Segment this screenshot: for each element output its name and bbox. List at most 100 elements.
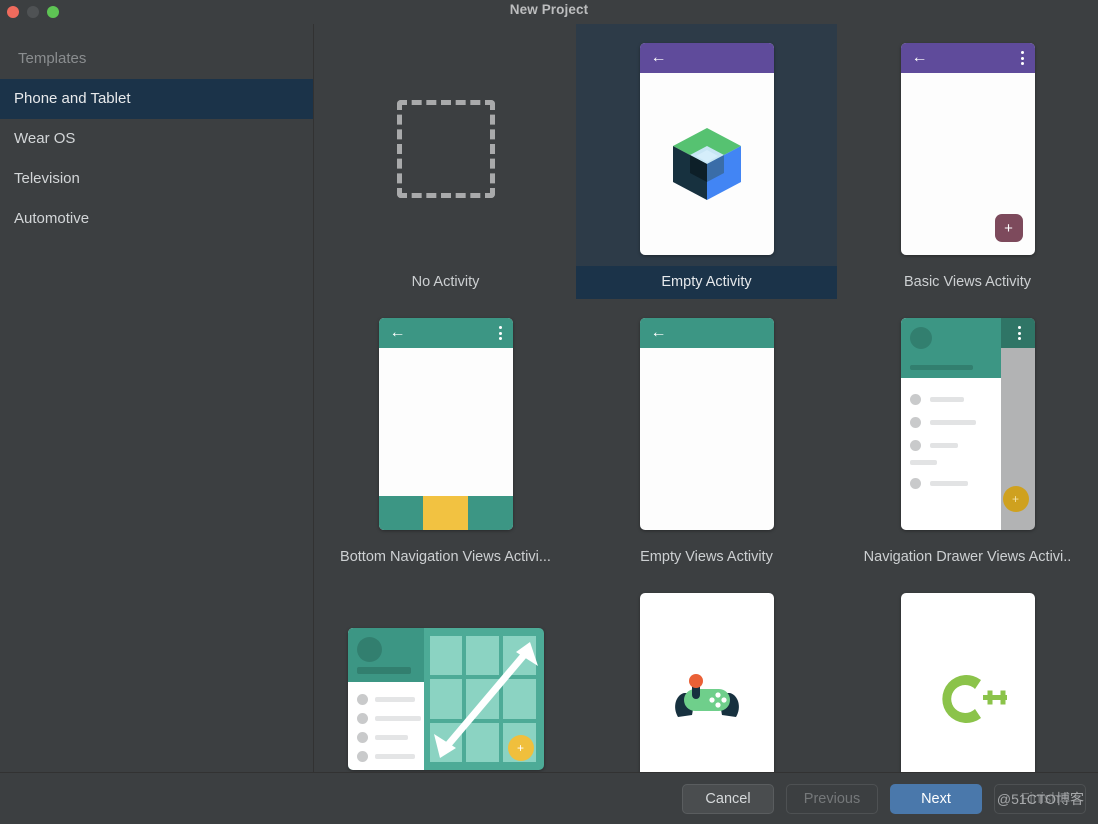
floating-action-button-icon: + (994, 214, 1023, 242)
list-item-icon (356, 694, 368, 705)
game-controller-icon (674, 674, 739, 717)
cancel-button[interactable]: Cancel (682, 783, 774, 814)
avatar (356, 637, 382, 662)
drawer-section-divider (909, 460, 937, 465)
list-item (356, 694, 415, 705)
overflow-menu-icon (1017, 326, 1021, 340)
new-project-dialog: New Project Templates Phone and Tablet W… (0, 0, 1098, 824)
previous-button[interactable]: Previous (786, 783, 878, 814)
sidebar-item-label: Phone and Tablet (14, 90, 131, 107)
sidebar-item-label: Wear OS (14, 130, 76, 147)
back-arrow-icon: ← (650, 49, 667, 66)
template-card-basic-views-activity[interactable]: ← + Basic Views Activity (837, 24, 1098, 299)
list-item-label (929, 443, 958, 448)
phone-preview: + (900, 318, 1035, 530)
template-label: Bottom Navigation Views Activi... (340, 549, 551, 565)
list-item-label (374, 754, 415, 759)
sidebar-item-automotive[interactable]: Automotive (0, 199, 313, 239)
list-item-icon (356, 732, 368, 743)
drawer-list-item (909, 440, 958, 451)
title-bar: New Project (0, 0, 1098, 24)
app-bar: ← (378, 318, 513, 348)
template-thumbnail: ← + (837, 24, 1098, 266)
list-item (356, 732, 408, 743)
drawer-username-placeholder (909, 365, 973, 370)
list-item-icon (356, 751, 368, 762)
list-item-label (929, 481, 968, 486)
list-item-label (374, 697, 415, 702)
template-thumbnail: + (315, 574, 576, 772)
bottom-nav-item (378, 496, 424, 530)
list-item (356, 713, 421, 724)
back-arrow-icon: ← (389, 324, 406, 341)
template-card-responsive-views-activity[interactable]: + (315, 574, 576, 772)
template-thumbnail: ← (576, 299, 837, 541)
dialog-footer: Cancel Previous Next Finish @51CTO博客 (0, 773, 1098, 824)
template-thumbnail: ← (315, 299, 576, 541)
template-thumbnail (576, 574, 837, 772)
cpp-logo-icon (941, 675, 1007, 723)
drawer-list-item (909, 394, 964, 405)
window-title: New Project (509, 2, 589, 17)
list-item-icon (909, 394, 921, 405)
template-thumbnail: ← (576, 24, 837, 266)
app-bar: ← (900, 43, 1035, 73)
sidebar-item-label: Television (14, 170, 80, 187)
back-arrow-icon: ← (650, 324, 667, 341)
template-label: Empty Activity (576, 266, 837, 299)
floating-action-button-icon: + (1002, 486, 1029, 512)
list-item-icon (909, 440, 921, 451)
template-card-native-cpp[interactable] (837, 574, 1098, 772)
phone-preview: ← + (900, 43, 1035, 255)
template-card-empty-views-activity[interactable]: ← Empty Views Activity (576, 299, 837, 574)
sidebar-item-television[interactable]: Television (0, 159, 313, 199)
overflow-menu-icon (1020, 51, 1024, 65)
list-item-icon (909, 417, 921, 428)
list-item-icon (909, 478, 921, 489)
template-card-no-activity[interactable]: No Activity (315, 24, 576, 299)
template-card-game-activity[interactable] (576, 574, 837, 772)
tablet-preview: + (347, 628, 544, 770)
template-label: No Activity (411, 274, 480, 290)
list-item-label (929, 397, 964, 402)
drawer-list-item (909, 417, 976, 428)
bottom-nav-item (467, 496, 513, 530)
sidebar-item-phone-and-tablet[interactable]: Phone and Tablet (0, 79, 313, 119)
drawer-list-item (909, 478, 968, 489)
list-item-label (374, 735, 408, 740)
app-bar (1000, 318, 1035, 348)
avatar (909, 327, 932, 349)
template-thumbnail (315, 24, 576, 266)
template-card-empty-activity[interactable]: ← Empty Activity (576, 24, 837, 299)
side-panel (347, 628, 424, 770)
phone-preview (900, 593, 1035, 772)
dashed-square-icon (396, 100, 495, 198)
sidebar-item-label: Automotive (14, 210, 90, 227)
sidebar-header: Templates (18, 50, 87, 67)
back-arrow-icon: ← (911, 49, 928, 66)
floating-action-button-icon: + (507, 735, 534, 761)
template-label: Basic Views Activity (903, 274, 1032, 290)
template-grid: No Activity ← Empty Activity ← + Basic V… (315, 24, 1098, 772)
template-label: Empty Views Activity (640, 549, 773, 565)
next-button[interactable]: Next (890, 783, 982, 814)
overflow-menu-icon (498, 326, 502, 340)
phone-preview: ← (639, 43, 774, 255)
sidebar-item-wear-os[interactable]: Wear OS (0, 119, 313, 159)
finish-button[interactable]: Finish (994, 783, 1086, 814)
list-item-label (374, 716, 421, 721)
username-placeholder (356, 667, 411, 674)
app-bar: ← (639, 318, 774, 348)
template-card-bottom-navigation-views-activity[interactable]: ← Bottom Navigation Views Activi... (315, 299, 576, 574)
template-grid-scroll[interactable]: No Activity ← Empty Activity ← + Basic V… (315, 24, 1098, 772)
list-item (356, 751, 415, 762)
divider-line (909, 460, 937, 465)
navigation-drawer-panel (900, 318, 1001, 530)
template-thumbnail: + (837, 299, 1098, 541)
phone-body (640, 73, 774, 255)
template-label: Navigation Drawer Views Activi.. (863, 549, 1072, 565)
template-card-navigation-drawer-views-activity[interactable]: + Navigation Drawer Views Activi.. (837, 299, 1098, 574)
drawer-header (900, 318, 1001, 378)
app-bar: ← (639, 43, 774, 73)
bottom-nav-item-active (423, 496, 468, 530)
